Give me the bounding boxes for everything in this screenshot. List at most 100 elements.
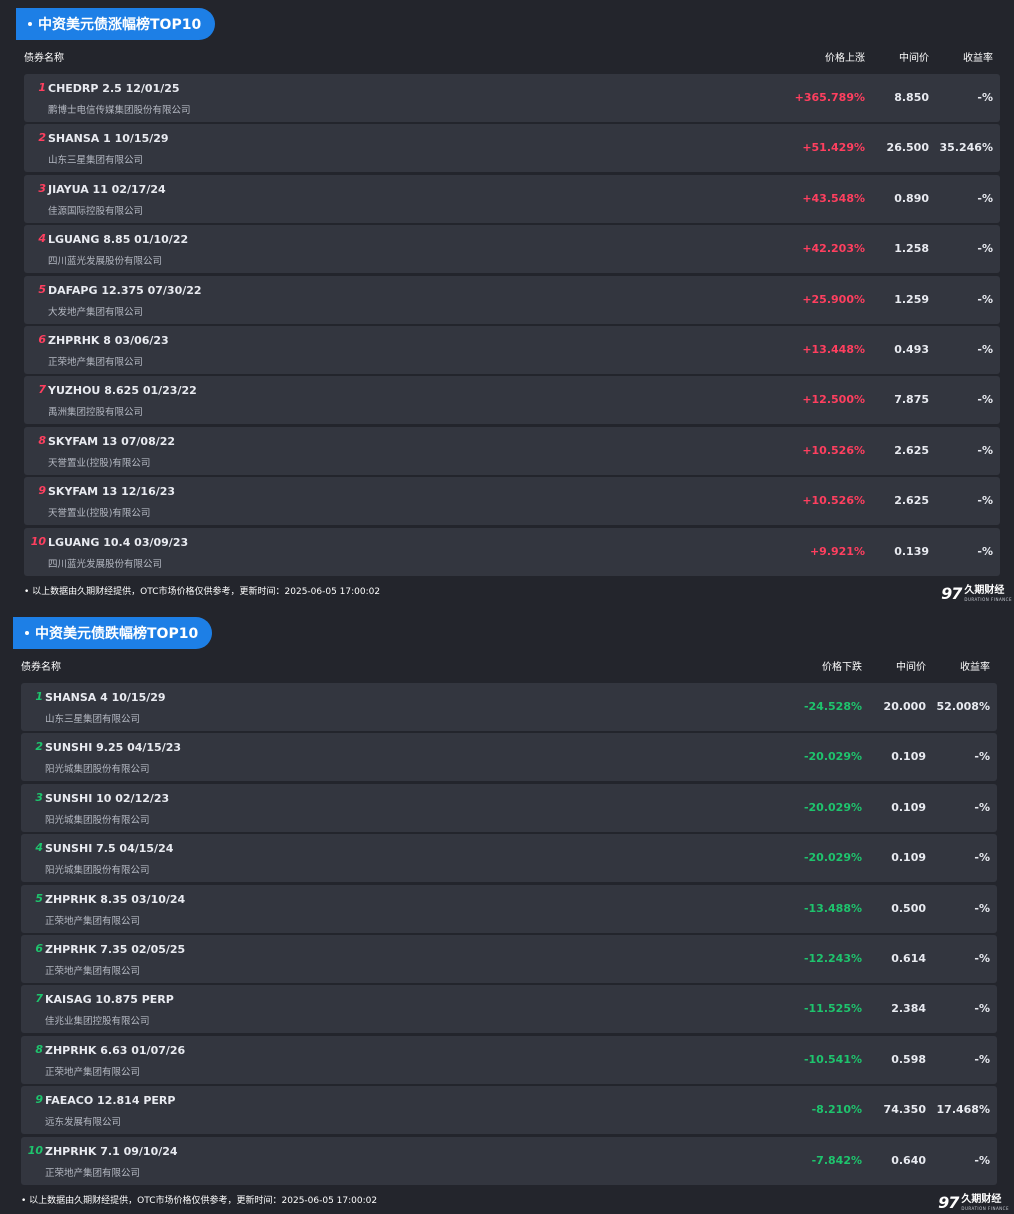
bond-code: ZHPRHK 6.63 01/07/26 xyxy=(45,1043,186,1057)
losers-title: 中资美元债跌幅榜TOP10 xyxy=(35,626,199,642)
issuer-name: 四川蓝光发展股份有限公司 xyxy=(48,256,163,268)
bond-row[interactable]: 5 DAFAPG 12.375 07/30/22 大发地产集团有限公司 +25.900… xyxy=(24,275,1000,324)
mid-price-value: 26.500 xyxy=(886,141,929,155)
logo-text-cn: 久期财经 xyxy=(961,1193,1002,1205)
rank-number: 8 xyxy=(38,433,46,447)
bond-code: ZHPRHK 7.35 02/05/25 xyxy=(45,942,186,956)
bond-row[interactable]: 8 SKYFAM 13 07/08/22 天誉置业(控股)有限公司 +10.526% 2… xyxy=(24,426,1000,475)
mid-price-value: 7.875 xyxy=(894,393,929,407)
bond-row[interactable]: 10 LGUANG 10.4 03/09/23 四川蓝光发展股份有限公司 +9.921… xyxy=(24,527,1000,576)
yield-value: -% xyxy=(974,901,990,915)
bond-row[interactable]: 9 FAEACO 12.814 PERP 远东发展有限公司 -8.210% 74.350… xyxy=(21,1086,997,1135)
mid-price-value: 2.625 xyxy=(894,494,929,508)
issuer-name: 大发地产集团有限公司 xyxy=(48,306,144,318)
price-change-value: +12.500% xyxy=(802,393,865,407)
bond-row[interactable]: 4 LGUANG 8.85 01/10/22 四川蓝光发展股份有限公司 +42.203… xyxy=(24,225,1000,274)
price-change-value: +25.900% xyxy=(802,292,865,306)
yield-value: -% xyxy=(977,342,993,356)
gainers-title: 中资美元债涨幅榜TOP10 xyxy=(38,17,202,33)
mid-price-value: 74.350 xyxy=(883,1103,926,1117)
mid-price-value: 0.598 xyxy=(891,1052,926,1066)
price-change-value: +13.448% xyxy=(802,342,865,356)
mid-price-value: 2.384 xyxy=(891,1002,926,1016)
bond-code: CHEDRP 2.5 12/01/25 xyxy=(48,82,180,95)
bond-code: SKYFAM 13 07/08/22 xyxy=(48,434,176,448)
mid-price-value: 0.109 xyxy=(891,800,926,814)
bond-row[interactable]: 7 YUZHOU 8.625 01/23/22 禹洲集团控股有限公司 +12.500%… xyxy=(24,376,1000,425)
bond-row[interactable]: 8 ZHPRHK 6.63 01/07/26 正荣地产集团有限公司 -10.541% 0… xyxy=(21,1035,997,1084)
bond-row[interactable]: 9 SKYFAM 13 12/16/23 天誉置业(控股)有限公司 +10.526% 2… xyxy=(24,477,1000,526)
issuer-name: 禹洲集团控股有限公司 xyxy=(48,407,144,419)
rank-number: 4 xyxy=(35,841,43,855)
price-change-value: -8.210% xyxy=(811,1103,862,1117)
price-change-value: +43.548% xyxy=(802,191,865,205)
logo-mark: 97 xyxy=(938,1193,959,1212)
mid-price-value: 0.109 xyxy=(891,851,926,865)
price-change-value: -20.029% xyxy=(803,750,862,764)
bond-row[interactable]: 1 CHEDRP 2.5 12/01/25 鹏博士电信传媒集团股份有限公司 +365.… xyxy=(24,74,1000,122)
bond-row[interactable]: 5 ZHPRHK 8.35 03/10/24 正荣地产集团有限公司 -13.488% 0… xyxy=(21,884,997,933)
issuer-name: 山东三星集团有限公司 xyxy=(45,714,141,725)
yield-value: -% xyxy=(974,750,990,764)
rank-number: 3 xyxy=(35,790,43,804)
bond-row[interactable]: 6 ZHPRHK 7.35 02/05/25 正荣地产集团有限公司 -12.243% 0… xyxy=(21,934,997,983)
mid-price-value: 0.109 xyxy=(891,750,926,764)
mid-price-value: 0.640 xyxy=(891,1153,926,1167)
bond-code: SUNSHI 10 02/12/23 xyxy=(45,791,170,805)
bond-code: SUNSHI 9.25 04/15/23 xyxy=(45,741,182,755)
bond-code: SHANSA 4 10/15/29 xyxy=(45,691,166,704)
bond-code: YUZHOU 8.625 01/23/22 xyxy=(48,384,197,398)
logo-text-cn: 久期财经 xyxy=(964,584,1005,596)
bond-code: ZHPRHK 8.35 03/10/24 xyxy=(45,892,186,906)
rank-number: 10 xyxy=(27,1143,43,1157)
mid-price-value: 1.259 xyxy=(894,292,929,306)
issuer-name: 阳光城集团股份有限公司 xyxy=(45,865,150,877)
bond-row[interactable]: 3 JIAYUA 11 02/17/24 佳源国际控股有限公司 +43.548% 0.8… xyxy=(24,174,1000,223)
bond-row[interactable]: 3 SUNSHI 10 02/12/23 阳光城集团股份有限公司 -20.029% 0.… xyxy=(21,783,997,832)
price-change-value: +10.526% xyxy=(802,494,865,508)
logo-text-en: DURATION FINANCE xyxy=(961,1205,1009,1211)
issuer-name: 阳光城集团股份有限公司 xyxy=(45,764,150,776)
header-mid-price: 中间价 xyxy=(899,53,929,64)
gainers-list: 1 CHEDRP 2.5 12/01/25 鹏博士电信传媒集团股份有限公司 +365.… xyxy=(24,74,1000,578)
rank-number: 6 xyxy=(38,332,46,346)
bond-code: KAISAG 10.875 PERP xyxy=(45,993,174,1007)
mid-price-value: 0.493 xyxy=(894,342,929,356)
header-price-change: 价格上涨 xyxy=(825,53,865,64)
bond-row[interactable]: 4 SUNSHI 7.5 04/15/24 阳光城集团股份有限公司 -20.029% 0… xyxy=(21,834,997,883)
issuer-name: 鹏博士电信传媒集团股份有限公司 xyxy=(48,105,191,116)
rank-number: 2 xyxy=(35,740,43,754)
bond-row[interactable]: 6 ZHPRHK 8 03/06/23 正荣地产集团有限公司 +13.448% 0.49… xyxy=(24,325,1000,374)
price-change-value: -13.488% xyxy=(803,901,862,915)
yield-value: -% xyxy=(977,242,993,256)
issuer-name: 远东发展有限公司 xyxy=(45,1117,122,1129)
mid-price-value: 0.139 xyxy=(894,544,929,558)
losers-list: 1 SHANSA 4 10/15/29 山东三星集团有限公司 -24.528% 20.0… xyxy=(21,683,997,1187)
price-change-value: -11.525% xyxy=(803,1002,862,1016)
gainers-table-header: 债券名称 价格上涨 中间价 收益率 xyxy=(24,46,1000,66)
rank-number: 5 xyxy=(35,891,43,905)
logo-text-en: DURATION FINANCE xyxy=(964,596,1012,602)
mid-price-value: 0.890 xyxy=(894,191,929,205)
issuer-name: 阳光城集团股份有限公司 xyxy=(45,814,150,826)
bond-code: SHANSA 1 10/15/29 xyxy=(48,132,169,146)
bond-code: SKYFAM 13 12/16/23 xyxy=(48,485,176,499)
header-bond-name: 债券名称 xyxy=(21,662,61,673)
yield-value: -% xyxy=(977,443,993,457)
rank-number: 2 xyxy=(38,131,46,145)
losers-title-badge: 中资美元债跌幅榜TOP10 xyxy=(13,617,213,649)
header-bond-name: 债券名称 xyxy=(24,53,64,64)
logo-mark: 97 xyxy=(941,584,962,603)
losers-table-header: 债券名称 价格下跌 中间价 收益率 xyxy=(21,655,997,675)
bond-code: LGUANG 10.4 03/09/23 xyxy=(48,535,189,549)
bond-row[interactable]: 2 SUNSHI 9.25 04/15/23 阳光城集团股份有限公司 -20.029%… xyxy=(21,733,997,782)
mid-price-value: 0.614 xyxy=(891,951,926,965)
issuer-name: 四川蓝光发展股份有限公司 xyxy=(48,558,163,570)
bond-row[interactable]: 1 SHANSA 4 10/15/29 山东三星集团有限公司 -24.528% 20.0… xyxy=(21,683,997,731)
bond-row[interactable]: 2 SHANSA 1 10/15/29 山东三星集团有限公司 +51.429% 26.5… xyxy=(24,124,1000,173)
bond-code: JIAYUA 11 02/17/24 xyxy=(48,182,166,196)
price-change-value: -20.029% xyxy=(803,800,862,814)
bond-row[interactable]: 7 KAISAG 10.875 PERP 佳兆业集团控股有限公司 -11.525% 2.… xyxy=(21,985,997,1034)
price-change-value: -20.029% xyxy=(803,851,862,865)
bond-row[interactable]: 10 ZHPRHK 7.1 09/10/24 正荣地产集团有限公司 -7.842% 0.… xyxy=(21,1136,997,1185)
